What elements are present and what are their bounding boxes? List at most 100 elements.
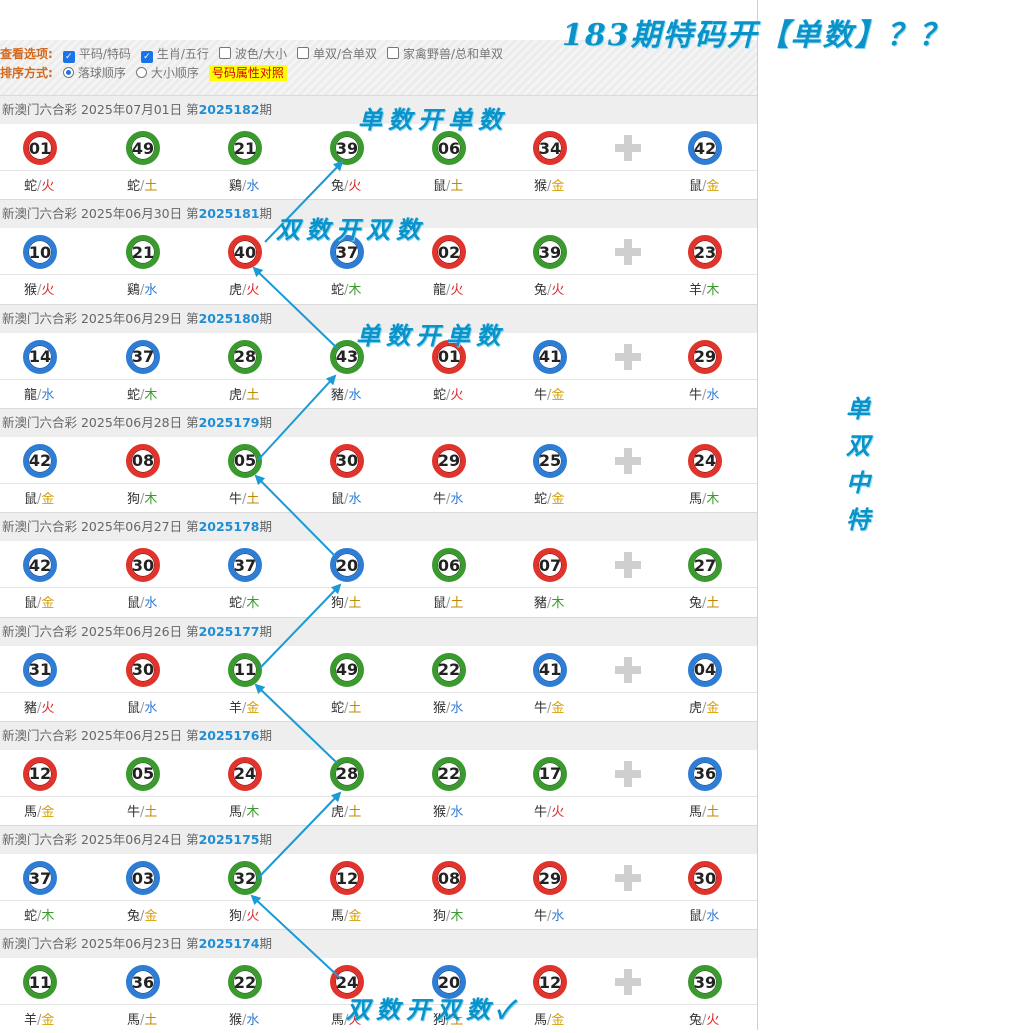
zodiac: 鼠 xyxy=(689,909,703,925)
zodiac-element: 虎/火 xyxy=(229,279,259,298)
view-option[interactable]: 单双/合单双 xyxy=(296,45,377,63)
number-ball: 14 xyxy=(23,339,57,374)
issue-number[interactable]: 2025176 xyxy=(199,728,260,743)
radio[interactable] xyxy=(62,67,74,78)
number-ball: 49 xyxy=(330,652,364,687)
side-caption: 单双中特 xyxy=(838,390,878,538)
sort-option[interactable]: 大小顺序 xyxy=(135,64,199,82)
element: 水 xyxy=(450,804,464,820)
issue-number[interactable]: 2025178 xyxy=(199,519,260,534)
draw-date: 新澳门六合彩 2025年06月28日 第 xyxy=(2,414,199,430)
number-ball: 17 xyxy=(533,756,567,791)
draw-date: 新澳门六合彩 2025年06月23日 第 xyxy=(2,936,199,952)
element: 火 xyxy=(348,179,362,194)
row-divider xyxy=(0,900,757,902)
draw-block: 新澳门六合彩 2025年06月27日 第2025178期 42 鼠/金 30 鼠/水 37… xyxy=(0,512,757,616)
zodiac-element: 羊/木 xyxy=(689,279,719,298)
issue-suffix: 期 xyxy=(259,414,272,430)
zodiac: 羊 xyxy=(24,1013,38,1029)
issue-number[interactable]: 2025180 xyxy=(199,311,260,326)
checkbox[interactable]: ✓ xyxy=(140,51,153,63)
number-ball: 02 xyxy=(432,235,466,270)
draw-block: 新澳门六合彩 2025年06月26日 第2025177期 31 豬/火 30 鼠/水 11… xyxy=(0,616,757,721)
zodiac: 馬 xyxy=(229,804,243,820)
issue-number[interactable]: 2025174 xyxy=(199,936,260,951)
zodiac: 兔 xyxy=(534,283,548,299)
zodiac-element: 蛇/木 xyxy=(127,384,157,403)
number-ball: 32 xyxy=(228,861,262,896)
special-ball: 30 xyxy=(688,861,722,896)
view-option[interactable]: ✓ 生肖/五行 xyxy=(140,45,209,63)
number-ball: 40 xyxy=(228,235,262,270)
plus-icon xyxy=(615,135,641,161)
zodiac: 馬 xyxy=(331,1013,345,1029)
zodiac-element: 兔/火 xyxy=(331,175,361,194)
draw-header: 新澳门六合彩 2025年06月28日 第2025179期 xyxy=(0,407,757,437)
issue-number[interactable]: 2025177 xyxy=(199,624,260,639)
view-option[interactable]: 波色/大小 xyxy=(218,45,287,63)
number-ball: 22 xyxy=(432,756,466,791)
row-divider xyxy=(0,378,757,380)
view-option[interactable]: 家禽野兽/总和单双 xyxy=(387,45,503,63)
number-ball: 21 xyxy=(228,131,262,165)
checkbox[interactable]: ✓ xyxy=(62,51,75,63)
checkbox[interactable] xyxy=(296,47,309,59)
sort-option[interactable]: 落球顺序 xyxy=(62,64,126,82)
draw-date: 新澳门六合彩 2025年06月30日 第 xyxy=(2,206,199,222)
checkbox[interactable] xyxy=(218,47,231,59)
number-ball: 30 xyxy=(126,652,160,687)
draw-block: 新澳门六合彩 2025年06月24日 第2025175期 37 蛇/木 03 兔/金 32… xyxy=(0,825,757,929)
zodiac-element: 豬/火 xyxy=(24,697,54,716)
zodiac-element: 馬/土 xyxy=(689,801,719,820)
radio[interactable] xyxy=(135,67,147,78)
number-ball: 36 xyxy=(126,965,160,1000)
element: 金 xyxy=(551,1013,565,1029)
issue-number[interactable]: 2025181 xyxy=(199,206,260,221)
zodiac-element: 牛/金 xyxy=(534,697,564,716)
view-option[interactable]: ✓ 平码/特码 xyxy=(62,45,131,63)
issue-number[interactable]: 2025182 xyxy=(199,102,260,117)
element: 金 xyxy=(551,387,565,403)
number-ball: 11 xyxy=(23,965,57,1000)
zodiac: 猴 xyxy=(229,1013,243,1029)
element: 水 xyxy=(450,491,464,507)
zodiac-element: 牛/火 xyxy=(534,801,564,820)
element: 水 xyxy=(450,700,464,716)
plus-icon xyxy=(615,447,641,474)
option-label: 家禽野兽/总和单双 xyxy=(403,47,504,61)
element: 火 xyxy=(246,909,260,925)
zodiac: 兔 xyxy=(689,1013,703,1029)
zodiac: 蛇 xyxy=(534,491,548,507)
number-ball: 11 xyxy=(228,652,262,687)
number-ball: 10 xyxy=(23,235,57,270)
zodiac: 馬 xyxy=(331,909,345,925)
element: 火 xyxy=(450,387,464,403)
zodiac: 虎 xyxy=(229,387,243,403)
side-char: 中 xyxy=(846,468,870,497)
zodiac: 鷄 xyxy=(229,179,243,194)
zodiac: 牛 xyxy=(433,491,447,507)
zodiac: 馬 xyxy=(689,491,703,507)
zodiac-element: 兔/金 xyxy=(127,905,157,924)
draw-date: 新澳门六合彩 2025年06月25日 第 xyxy=(2,727,199,743)
number-ball: 28 xyxy=(330,756,364,791)
zodiac: 蛇 xyxy=(229,596,243,612)
zodiac-element: 羊/金 xyxy=(229,697,259,716)
draw-block: 新澳门六合彩 2025年06月25日 第2025176期 12 馬/金 05 牛/土 24… xyxy=(0,720,757,825)
special-ball: 39 xyxy=(688,965,722,1000)
zodiac-element: 狗/土 xyxy=(331,592,361,611)
issue-number[interactable]: 2025175 xyxy=(199,832,260,847)
option-label: 落球顺序 xyxy=(77,66,126,80)
zodiac: 牛 xyxy=(689,387,703,403)
draw-header: 新澳门六合彩 2025年06月24日 第2025175期 xyxy=(0,825,757,855)
compare-attributes-link[interactable]: 号码属性对照 xyxy=(208,65,287,81)
zodiac-element: 鼠/土 xyxy=(433,175,463,194)
issue-number[interactable]: 2025179 xyxy=(199,415,260,430)
zodiac-element: 狗/木 xyxy=(433,905,463,924)
zodiac-element: 兔/火 xyxy=(534,279,564,298)
zodiac: 豬 xyxy=(331,387,345,403)
option-label: 生肖/五行 xyxy=(156,47,209,61)
checkbox[interactable] xyxy=(387,47,399,59)
element: 木 xyxy=(706,283,720,299)
special-ball: 29 xyxy=(688,339,722,374)
